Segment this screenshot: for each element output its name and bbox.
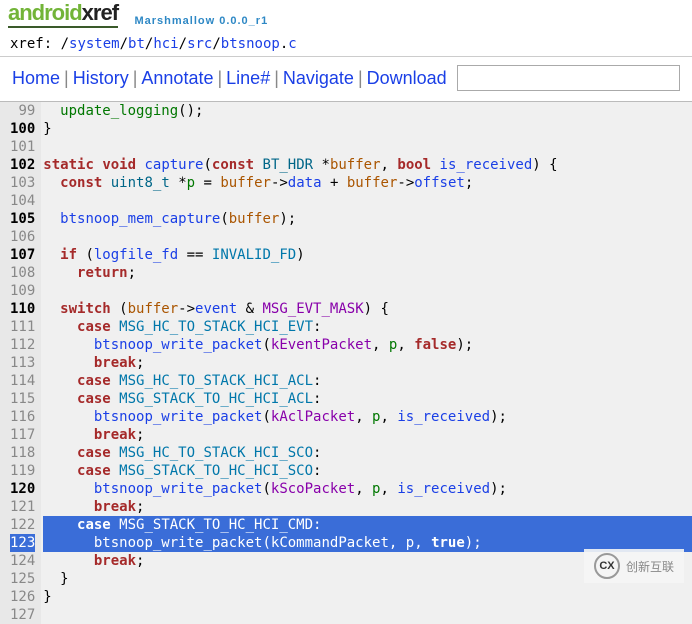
nav-home[interactable]: Home (12, 68, 60, 88)
code-line: static void capture(const BT_HDR *buffer… (43, 156, 692, 174)
code-area: 9910010110210310410510610710810911011111… (0, 102, 692, 624)
xref-ext[interactable]: c (288, 36, 296, 52)
nav-annotate[interactable]: Annotate (141, 68, 213, 88)
line-number[interactable]: 117 (10, 426, 35, 444)
navbar: Home|History|Annotate|Line#|Navigate|Dow… (0, 57, 692, 102)
xref-segment[interactable]: system (69, 36, 120, 52)
line-number[interactable]: 124 (10, 552, 35, 570)
search-input[interactable] (457, 65, 680, 91)
code-line: case MSG_HC_TO_STACK_HCI_SCO: (43, 444, 692, 462)
line-number[interactable]: 127 (10, 606, 35, 624)
line-number[interactable]: 111 (10, 318, 35, 336)
line-number[interactable]: 100 (10, 120, 35, 138)
line-number[interactable]: 114 (10, 372, 35, 390)
line-number[interactable]: 121 (10, 498, 35, 516)
line-number[interactable]: 112 (10, 336, 35, 354)
code-line (43, 606, 692, 624)
line-number[interactable]: 120 (10, 480, 35, 498)
line-number[interactable]: 101 (10, 138, 35, 156)
line-number[interactable]: 107 (10, 246, 35, 264)
line-number[interactable]: 122 (10, 516, 35, 534)
line-number[interactable]: 123 (10, 534, 35, 552)
code-line: btsnoop_write_packet(kAclPacket, p, is_r… (43, 408, 692, 426)
code-line: break; (43, 498, 692, 516)
code-line: update_logging(); (43, 102, 692, 120)
code-line: return; (43, 264, 692, 282)
line-number[interactable]: 110 (10, 300, 35, 318)
xref-segment[interactable]: src (187, 36, 212, 52)
watermark-text: 创新互联 (626, 558, 674, 575)
line-number[interactable]: 113 (10, 354, 35, 372)
code-line: } (43, 120, 692, 138)
code-line: } (43, 588, 692, 606)
code-line: break; (43, 354, 692, 372)
line-number[interactable]: 109 (10, 282, 35, 300)
code-line: case MSG_HC_TO_STACK_HCI_ACL: (43, 372, 692, 390)
line-number[interactable]: 118 (10, 444, 35, 462)
line-number[interactable]: 119 (10, 462, 35, 480)
code-content: update_logging();} static void capture(c… (41, 102, 692, 624)
code-line: const uint8_t *p = buffer->data + buffer… (43, 174, 692, 192)
xref-segment[interactable]: hci (153, 36, 178, 52)
code-line (43, 138, 692, 156)
code-line (43, 282, 692, 300)
code-line: break; (43, 426, 692, 444)
code-line: btsnoop_write_packet(kScoPacket, p, is_r… (43, 480, 692, 498)
line-number[interactable]: 126 (10, 588, 35, 606)
logo-subtitle: Marshmallow 0.0.0_r1 (134, 15, 268, 27)
code-line (43, 228, 692, 246)
nav-navigate[interactable]: Navigate (283, 68, 354, 88)
line-number[interactable]: 103 (10, 174, 35, 192)
header-logo: androidxref Marshmallow 0.0.0_r1 (0, 0, 692, 30)
code-line (43, 192, 692, 210)
code-line: case MSG_STACK_TO_HC_HCI_CMD: (43, 516, 692, 534)
code-line: case MSG_HC_TO_STACK_HCI_EVT: (43, 318, 692, 336)
watermark: CX 创新互联 (584, 549, 684, 583)
code-line: if (logfile_fd == INVALID_FD) (43, 246, 692, 264)
line-number[interactable]: 125 (10, 570, 35, 588)
line-number[interactable]: 102 (10, 156, 35, 174)
line-number[interactable]: 105 (10, 210, 35, 228)
watermark-icon: CX (594, 553, 620, 579)
nav-download[interactable]: Download (367, 68, 447, 88)
line-number[interactable]: 104 (10, 192, 35, 210)
xref-path: xref: /system/bt/hci/src/btsnoop.c (0, 30, 692, 57)
line-number[interactable]: 108 (10, 264, 35, 282)
xref-segment[interactable]: bt (128, 36, 145, 52)
line-number[interactable]: 115 (10, 390, 35, 408)
line-number[interactable]: 106 (10, 228, 35, 246)
code-line: case MSG_STACK_TO_HC_HCI_SCO: (43, 462, 692, 480)
xref-file[interactable]: btsnoop (221, 36, 280, 52)
code-line: btsnoop_write_packet(kEventPacket, p, fa… (43, 336, 692, 354)
line-number[interactable]: 99 (10, 102, 35, 120)
logo-text: androidxref (8, 0, 118, 28)
code-line: btsnoop_mem_capture(buffer); (43, 210, 692, 228)
nav-history[interactable]: History (73, 68, 129, 88)
code-line: case MSG_STACK_TO_HC_HCI_ACL: (43, 390, 692, 408)
nav-line[interactable]: Line# (226, 68, 270, 88)
code-line: switch (buffer->event & MSG_EVT_MASK) { (43, 300, 692, 318)
line-number[interactable]: 116 (10, 408, 35, 426)
line-number-gutter: 9910010110210310410510610710810911011111… (0, 102, 41, 624)
